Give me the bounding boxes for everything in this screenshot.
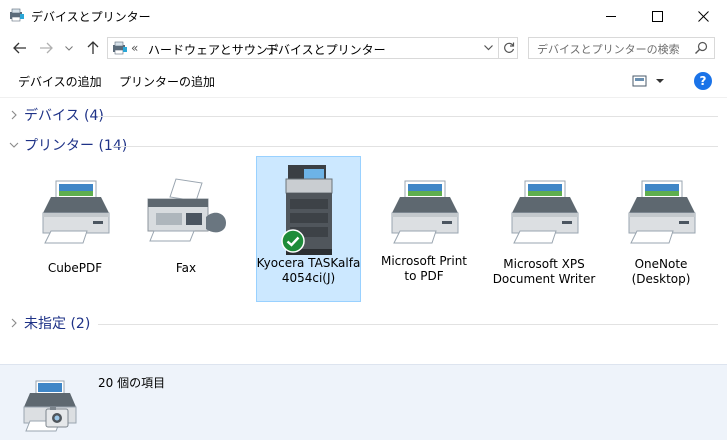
printer-icon: [511, 180, 579, 244]
default-printer-check-icon: [281, 229, 305, 253]
chevron-right-icon: [11, 110, 17, 120]
item-count: 20 個の項目: [98, 376, 166, 390]
forward-button[interactable]: [36, 38, 56, 58]
items-view: デバイス (4) プリンター (14) CubePDF Fax Kyocera …: [0, 99, 727, 364]
view-options-icon: [632, 75, 664, 87]
breadcrumb-separator-icon[interactable]: ›: [251, 40, 256, 54]
address-overflow[interactable]: «: [131, 41, 138, 55]
breadcrumb-devices-and-printers[interactable]: デバイスとプリンター: [266, 41, 386, 58]
search-icon: [695, 41, 708, 54]
printer-label-fax: Fax: [175, 261, 197, 275]
group-divider: [112, 146, 718, 147]
group-header-unspecified[interactable]: 未指定 (2): [8, 313, 90, 333]
chevron-right-icon: [11, 318, 17, 328]
recent-locations-button[interactable]: [62, 38, 76, 58]
printer-label-kyocera: Kyocera TASKalfa 4054ci(J): [256, 256, 361, 285]
group-header-printers[interactable]: プリンター (14): [8, 135, 127, 155]
address-dropdown-button[interactable]: [478, 38, 498, 58]
printer-label-cubepdf: CubePDF: [47, 261, 103, 275]
close-icon: [697, 10, 709, 22]
printer-icon: [42, 180, 110, 244]
group-divider: [98, 324, 718, 325]
details-pane: 20 個の項目: [0, 364, 727, 440]
minimize-button[interactable]: [588, 0, 634, 32]
printer-item-onenote-desktop[interactable]: OneNote (Desktop): [602, 173, 720, 293]
printer-item-cubepdf[interactable]: CubePDF: [16, 173, 134, 293]
devices-and-printers-icon: [10, 8, 24, 22]
arrow-right-icon: [40, 42, 53, 54]
refresh-icon: [503, 42, 514, 53]
command-bar: デバイスの追加 プリンターの追加: [0, 64, 727, 98]
arrow-left-icon: [13, 42, 26, 54]
printer-label-microsoft-xps: Microsoft XPS Document Writer: [492, 257, 596, 286]
maximize-icon: [651, 10, 663, 22]
arrow-up-icon: [87, 41, 99, 54]
printer-label-microsoft-print-to-pdf: Microsoft Print to PDF: [380, 254, 468, 283]
printer-label-onenote: OneNote (Desktop): [631, 257, 691, 286]
chevron-down-icon: [483, 45, 493, 51]
help-button[interactable]: ?: [694, 72, 712, 90]
printer-icon: [628, 180, 696, 244]
search-input[interactable]: デバイスとプリンターの検索: [528, 37, 715, 59]
printer-item-microsoft-print-to-pdf[interactable]: Microsoft Print to PDF: [365, 173, 483, 293]
printer-item-microsoft-xps-document-writer[interactable]: Microsoft XPS Document Writer: [485, 173, 603, 293]
close-button[interactable]: [680, 0, 726, 32]
group-header-devices[interactable]: デバイス (4): [8, 105, 104, 125]
chevron-down-icon: [9, 142, 19, 148]
chevron-down-icon: [65, 45, 73, 51]
group-divider: [98, 116, 718, 117]
group-label-unspecified: 未指定 (2): [24, 316, 91, 332]
refresh-button[interactable]: [498, 38, 518, 58]
back-button[interactable]: [10, 38, 30, 58]
fax-icon: [147, 178, 226, 242]
printer-icon: [391, 180, 459, 244]
printer-item-fax[interactable]: Fax: [127, 173, 245, 293]
add-device-button[interactable]: デバイスの追加: [18, 73, 102, 90]
group-label-devices: デバイス (4): [24, 108, 104, 124]
devices-and-printers-icon: [113, 41, 127, 55]
change-view-button[interactable]: [631, 72, 667, 90]
window-title: デバイスとプリンター: [31, 10, 151, 24]
devices-and-printers-icon: [23, 380, 77, 432]
title-bar: デバイスとプリンター: [0, 0, 727, 32]
address-bar[interactable]: « ハードウェアとサウンド › デバイスとプリンター: [107, 37, 518, 59]
maximize-button[interactable]: [634, 0, 680, 32]
up-button[interactable]: [83, 38, 103, 58]
breadcrumb-hardware-and-sound[interactable]: ハードウェアとサウンド: [148, 41, 280, 58]
minimize-icon: [605, 15, 616, 17]
printer-item-kyocera-taskalfa-4054ci[interactable]: Kyocera TASKalfa 4054ci(J): [256, 156, 361, 302]
search-placeholder: デバイスとプリンターの検索: [537, 43, 680, 56]
add-printer-button[interactable]: プリンターの追加: [119, 73, 215, 90]
group-label-printers: プリンター (14): [24, 138, 128, 154]
